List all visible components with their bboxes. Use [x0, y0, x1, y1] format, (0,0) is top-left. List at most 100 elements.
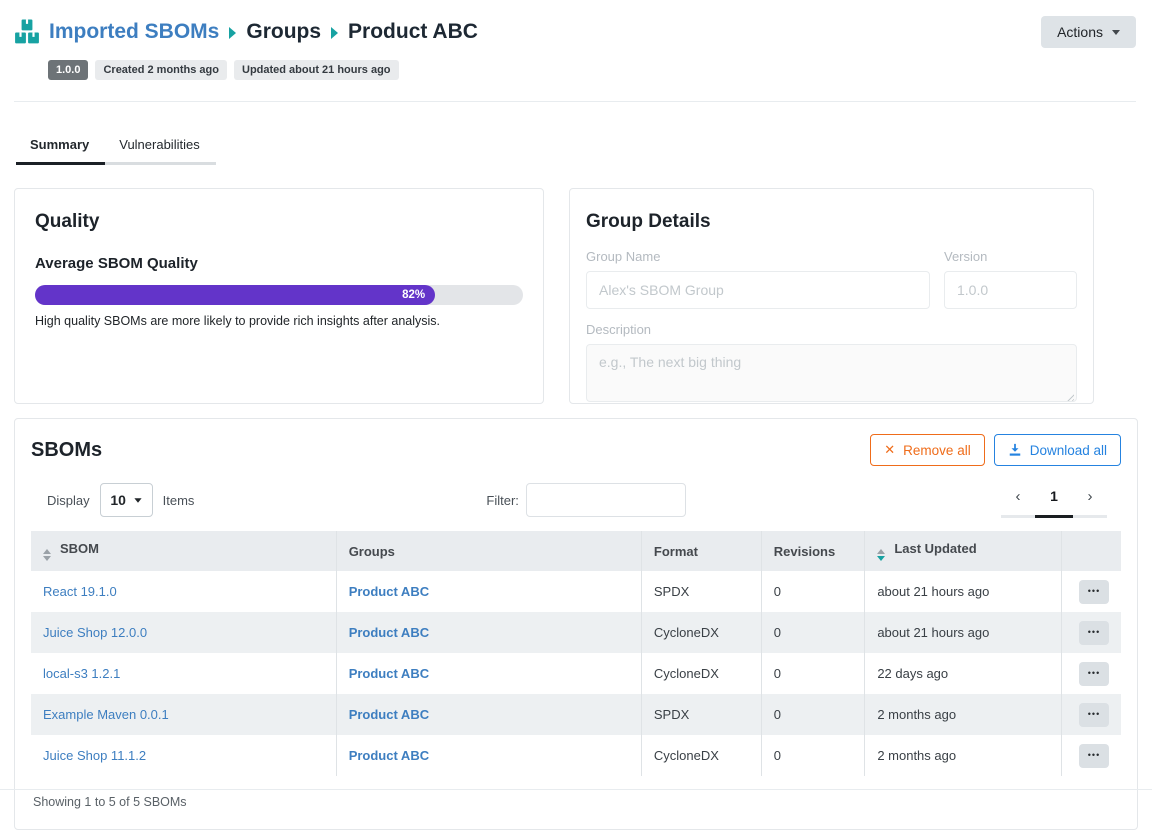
row-menu-button[interactable]: ••• — [1079, 662, 1109, 686]
ellipsis-icon: ••• — [1088, 587, 1100, 596]
header-divider — [14, 101, 1136, 102]
description-label: Description — [586, 322, 1077, 337]
quality-title: Quality — [35, 211, 523, 233]
last-updated-cell: 22 days ago — [865, 653, 1061, 694]
tab-vulnerabilities[interactable]: Vulnerabilities — [105, 131, 215, 165]
column-header-groups: Groups — [336, 531, 641, 571]
badge-row: 1.0.0 Created 2 months ago Updated about… — [48, 60, 1136, 80]
format-cell: CycloneDX — [641, 735, 761, 776]
group-link[interactable]: Product ABC — [349, 584, 429, 599]
breadcrumb-root-link[interactable]: Imported SBOMs — [49, 20, 219, 44]
row-menu-button[interactable]: ••• — [1079, 580, 1109, 604]
column-label: Last Updated — [894, 541, 976, 556]
sbom-link[interactable]: Juice Shop 12.0.0 — [43, 625, 147, 640]
revisions-cell: 0 — [761, 694, 865, 735]
description-textarea[interactable] — [586, 344, 1077, 402]
group-link[interactable]: Product ABC — [349, 707, 429, 722]
revisions-cell: 0 — [761, 612, 865, 653]
caret-down-icon — [1112, 30, 1120, 35]
column-header-sbom[interactable]: SBOM — [31, 531, 336, 571]
sboms-title: SBOMs — [31, 439, 102, 462]
sbom-link[interactable]: Juice Shop 11.1.2 — [43, 748, 146, 763]
page-bottom-divider — [0, 789, 1152, 790]
sbom-link[interactable]: Example Maven 0.0.1 — [43, 707, 169, 722]
next-page-button[interactable]: › — [1073, 482, 1107, 518]
download-all-button[interactable]: Download all — [994, 434, 1121, 466]
sbom-link[interactable]: React 19.1.0 — [43, 584, 117, 599]
row-menu-button[interactable]: ••• — [1079, 703, 1109, 727]
quality-subtitle: Average SBOM Quality — [35, 255, 523, 272]
actions-button-label: Actions — [1057, 24, 1103, 40]
tab-summary[interactable]: Summary — [16, 131, 105, 165]
created-badge: Created 2 months ago — [95, 60, 227, 80]
last-updated-cell: 2 months ago — [865, 735, 1061, 776]
caret-down-icon — [134, 498, 141, 503]
sbom-table: SBOM Groups Format Revisions Last Updated Re… — [31, 531, 1121, 776]
row-menu-button[interactable]: ••• — [1079, 621, 1109, 645]
quality-progress-track: 82% — [35, 285, 523, 305]
ellipsis-icon: ••• — [1088, 751, 1100, 760]
table-header-row: SBOM Groups Format Revisions Last Updated — [31, 531, 1121, 571]
format-cell: SPDX — [641, 694, 761, 735]
remove-all-label: Remove all — [903, 443, 971, 458]
revisions-cell: 0 — [761, 653, 865, 694]
page-size-select[interactable]: 10 — [100, 483, 153, 517]
breadcrumb-current: Product ABC — [348, 20, 478, 44]
table-footer-text: Showing 1 to 5 of 5 SBOMs — [31, 795, 1121, 809]
column-header-revisions: Revisions — [761, 531, 865, 571]
column-label: Groups — [349, 544, 395, 559]
group-details-title: Group Details — [586, 211, 1077, 233]
group-link[interactable]: Product ABC — [349, 625, 429, 640]
column-header-format: Format — [641, 531, 761, 571]
summary-cards-row: Quality Average SBOM Quality 82% High qu… — [14, 188, 1152, 404]
column-label: SBOM — [60, 541, 99, 556]
updated-badge: Updated about 21 hours ago — [234, 60, 399, 80]
filter-input[interactable] — [526, 483, 686, 517]
actions-button[interactable]: Actions — [1041, 16, 1136, 48]
group-name-label: Group Name — [586, 249, 930, 264]
table-row: local-s3 1.2.1Product ABCCycloneDX022 da… — [31, 653, 1121, 694]
tab-bar: Summary Vulnerabilities — [16, 131, 216, 165]
table-row: Example Maven 0.0.1Product ABCSPDX02 mon… — [31, 694, 1121, 735]
version-input[interactable] — [944, 271, 1077, 309]
column-header-actions — [1061, 531, 1121, 571]
x-icon: ✕ — [884, 442, 895, 458]
version-badge: 1.0.0 — [48, 60, 88, 80]
ellipsis-icon: ••• — [1088, 628, 1100, 637]
previous-page-button[interactable]: ‹ — [1001, 482, 1035, 518]
table-row: Juice Shop 12.0.0Product ABCCycloneDX0ab… — [31, 612, 1121, 653]
quality-card: Quality Average SBOM Quality 82% High qu… — [14, 188, 544, 404]
quality-progress-fill: 82% — [35, 285, 435, 305]
sboms-card: SBOMs ✕ Remove all Download all Display … — [14, 418, 1138, 830]
breadcrumb-groups-link[interactable]: Groups — [246, 20, 321, 44]
last-updated-cell: about 21 hours ago — [865, 612, 1061, 653]
boxes-icon — [14, 19, 40, 45]
table-controls-row: Display 10 Items Filter: ‹ 1 › — [31, 482, 1121, 518]
version-label: Version — [944, 249, 1077, 264]
column-label: Format — [654, 544, 698, 559]
ellipsis-icon: ••• — [1088, 669, 1100, 678]
ellipsis-icon: ••• — [1088, 710, 1100, 719]
items-label: Items — [163, 493, 195, 508]
caret-right-icon — [229, 27, 236, 39]
revisions-cell: 0 — [761, 571, 865, 612]
column-header-last-updated[interactable]: Last Updated — [865, 531, 1061, 571]
revisions-cell: 0 — [761, 735, 865, 776]
remove-all-button[interactable]: ✕ Remove all — [870, 434, 984, 466]
sbom-table-body: React 19.1.0Product ABCSPDX0about 21 hou… — [31, 571, 1121, 776]
page-number[interactable]: 1 — [1035, 482, 1073, 518]
table-row: React 19.1.0Product ABCSPDX0about 21 hou… — [31, 571, 1121, 612]
breadcrumb: Imported SBOMs Groups Product ABC Action… — [14, 16, 1136, 48]
row-menu-button[interactable]: ••• — [1079, 744, 1109, 768]
group-link[interactable]: Product ABC — [349, 666, 429, 681]
display-label: Display — [47, 493, 90, 508]
sort-arrows-icon[interactable] — [43, 549, 51, 561]
group-details-card: Group Details Group Name Version Descrip… — [569, 188, 1094, 404]
table-row: Juice Shop 11.1.2 Product ABC CycloneDX02 … — [31, 735, 1121, 776]
group-link[interactable]: Product ABC — [349, 748, 429, 763]
group-name-field-group: Group Name — [586, 249, 930, 309]
filter-label: Filter: — [486, 493, 519, 508]
group-name-input[interactable] — [586, 271, 930, 309]
sort-arrows-icon[interactable] — [877, 549, 885, 561]
sbom-link[interactable]: local-s3 1.2.1 — [43, 666, 120, 681]
